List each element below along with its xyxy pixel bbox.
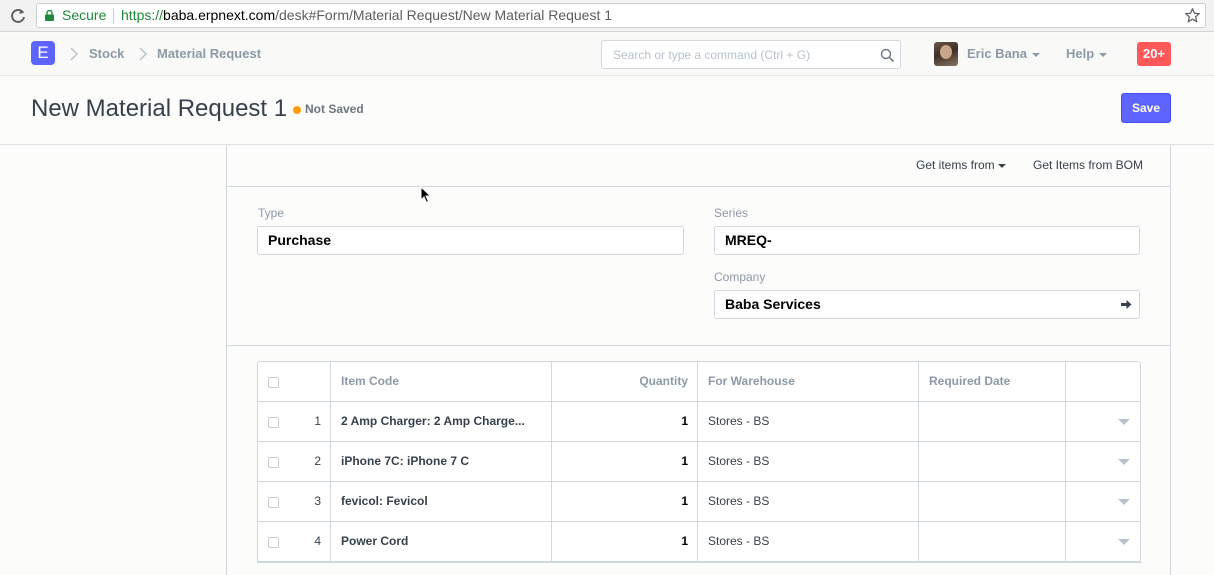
breadcrumb-stock[interactable]: Stock	[89, 46, 124, 61]
caret-down-icon[interactable]	[1118, 459, 1130, 465]
url-divider	[113, 8, 114, 24]
status-badge: Not Saved	[305, 102, 364, 116]
caret-down-icon[interactable]	[1118, 419, 1130, 425]
save-button[interactable]: Save	[1121, 93, 1171, 123]
warehouse-cell[interactable]: Stores - BS	[698, 522, 919, 562]
company-value: Baba Services	[725, 296, 821, 312]
column-header-warehouse: For Warehouse	[698, 362, 919, 402]
select-all-cell	[258, 362, 331, 402]
type-select[interactable]: Purchase	[257, 226, 684, 255]
series-select[interactable]: MREQ-	[714, 226, 1140, 255]
search-input[interactable]: Search or type a command (Ctrl + G)	[601, 40, 901, 69]
caret-down-icon[interactable]	[1118, 539, 1130, 545]
item-code-cell[interactable]: Power Cord	[331, 522, 552, 562]
row-actions-cell[interactable]	[1066, 482, 1140, 522]
breadcrumb-material-request[interactable]: Material Request	[157, 46, 261, 61]
table-row[interactable]: 2 iPhone 7C: iPhone 7 C 1 Stores - BS	[258, 442, 1140, 482]
warehouse-cell[interactable]: Stores - BS	[698, 402, 919, 442]
column-header-required-date: Required Date	[919, 362, 1066, 402]
mouse-cursor-icon	[420, 186, 432, 204]
secure-label: Secure	[62, 7, 107, 23]
quantity-cell[interactable]: 1	[552, 522, 698, 562]
user-name: Eric Bana	[967, 46, 1027, 61]
row-actions-cell[interactable]	[1066, 402, 1140, 442]
section-divider	[227, 345, 1170, 346]
required-date-cell[interactable]	[919, 482, 1066, 522]
row-actions-cell[interactable]	[1066, 442, 1140, 482]
form-toolbar: Get items from Get Items from BOM	[227, 145, 1170, 187]
row-index: 4	[314, 534, 321, 548]
url-text: https://baba.erpnext.com/desk#Form/Mater…	[121, 4, 612, 27]
row-checkbox[interactable]	[268, 457, 279, 468]
status-indicator-dot	[293, 106, 301, 114]
caret-down-icon	[1099, 52, 1108, 57]
help-label: Help	[1066, 46, 1095, 61]
row-select-cell: 3	[258, 482, 331, 522]
address-bar[interactable]: Secure https://baba.erpnext.com/desk#For…	[36, 3, 1206, 28]
reload-icon[interactable]	[8, 6, 28, 26]
user-menu[interactable]: Eric Bana	[967, 46, 1040, 61]
url-path: /desk#Form/Material Request/New Material…	[275, 7, 613, 23]
caret-down-icon	[1031, 52, 1040, 57]
required-date-cell[interactable]	[919, 442, 1066, 482]
warehouse-cell[interactable]: Stores - BS	[698, 482, 919, 522]
item-code-cell[interactable]: 2 Amp Charger: 2 Amp Charge...	[331, 402, 552, 442]
form-layout: Get items from Get Items from BOM Type P…	[226, 145, 1171, 575]
table-row[interactable]: 3 fevicol: Fevicol 1 Stores - BS	[258, 482, 1140, 522]
series-label: Series	[714, 206, 749, 220]
quantity-cell[interactable]: 1	[552, 442, 698, 482]
row-index: 3	[314, 494, 321, 508]
page-title: New Material Request 1	[31, 95, 288, 122]
row-select-cell: 1	[258, 402, 331, 442]
page-header: New Material Request 1 Not Saved Save	[0, 77, 1214, 145]
search-placeholder: Search or type a command (Ctrl + G)	[613, 48, 811, 62]
app-logo[interactable]: E	[31, 41, 55, 65]
quantity-cell[interactable]: 1	[552, 402, 698, 442]
required-date-cell[interactable]	[919, 402, 1066, 442]
caret-down-icon[interactable]	[1118, 499, 1130, 505]
row-select-cell: 2	[258, 442, 331, 482]
url-host: baba.erpnext.com	[163, 7, 276, 23]
avatar[interactable]	[934, 42, 958, 66]
item-code-cell[interactable]: fevicol: Fevicol	[331, 482, 552, 522]
search-icon	[880, 48, 895, 63]
browser-toolbar: Secure https://baba.erpnext.com/desk#For…	[0, 0, 1214, 32]
item-code-cell[interactable]: iPhone 7C: iPhone 7 C	[331, 442, 552, 482]
caret-down-icon	[997, 163, 1006, 168]
column-header-quantity: Quantity	[552, 362, 698, 402]
table-row[interactable]: 4 Power Cord 1 Stores - BS	[258, 522, 1140, 562]
chevron-right-icon	[70, 47, 78, 61]
arrow-right-icon[interactable]	[1121, 299, 1132, 310]
row-checkbox[interactable]	[268, 417, 279, 428]
notification-badge[interactable]: 20+	[1137, 42, 1171, 66]
app-navbar: E Stock Material Request Search or type …	[0, 33, 1214, 76]
lock-icon	[45, 10, 54, 21]
select-all-checkbox[interactable]	[268, 377, 279, 388]
row-actions-cell[interactable]	[1066, 522, 1140, 562]
column-header-actions	[1066, 362, 1140, 402]
bookmark-star-icon[interactable]	[1184, 7, 1201, 24]
quantity-cell[interactable]: 1	[552, 482, 698, 522]
column-header-item-code: Item Code	[331, 362, 552, 402]
required-date-cell[interactable]	[919, 522, 1066, 562]
company-label: Company	[714, 270, 766, 284]
warehouse-cell[interactable]: Stores - BS	[698, 442, 919, 482]
get-items-from-bom-button[interactable]: Get Items from BOM	[1033, 158, 1143, 172]
get-items-from-dropdown[interactable]: Get items from	[916, 158, 1006, 172]
url-protocol: https://	[121, 7, 164, 23]
company-field[interactable]: Baba Services	[714, 290, 1140, 319]
items-table: Item Code Quantity For Warehouse Require…	[257, 361, 1141, 563]
table-row[interactable]: 1 2 Amp Charger: 2 Amp Charge... 1 Store…	[258, 402, 1140, 442]
help-menu[interactable]: Help	[1066, 46, 1108, 61]
chevron-right-icon	[139, 47, 147, 61]
row-index: 1	[314, 414, 321, 428]
row-checkbox[interactable]	[268, 497, 279, 508]
get-items-from-label: Get items from	[916, 158, 995, 172]
row-index: 2	[314, 454, 321, 468]
row-checkbox[interactable]	[268, 537, 279, 548]
table-header-row: Item Code Quantity For Warehouse Require…	[258, 362, 1140, 402]
type-label: Type	[258, 206, 285, 220]
row-select-cell: 4	[258, 522, 331, 562]
